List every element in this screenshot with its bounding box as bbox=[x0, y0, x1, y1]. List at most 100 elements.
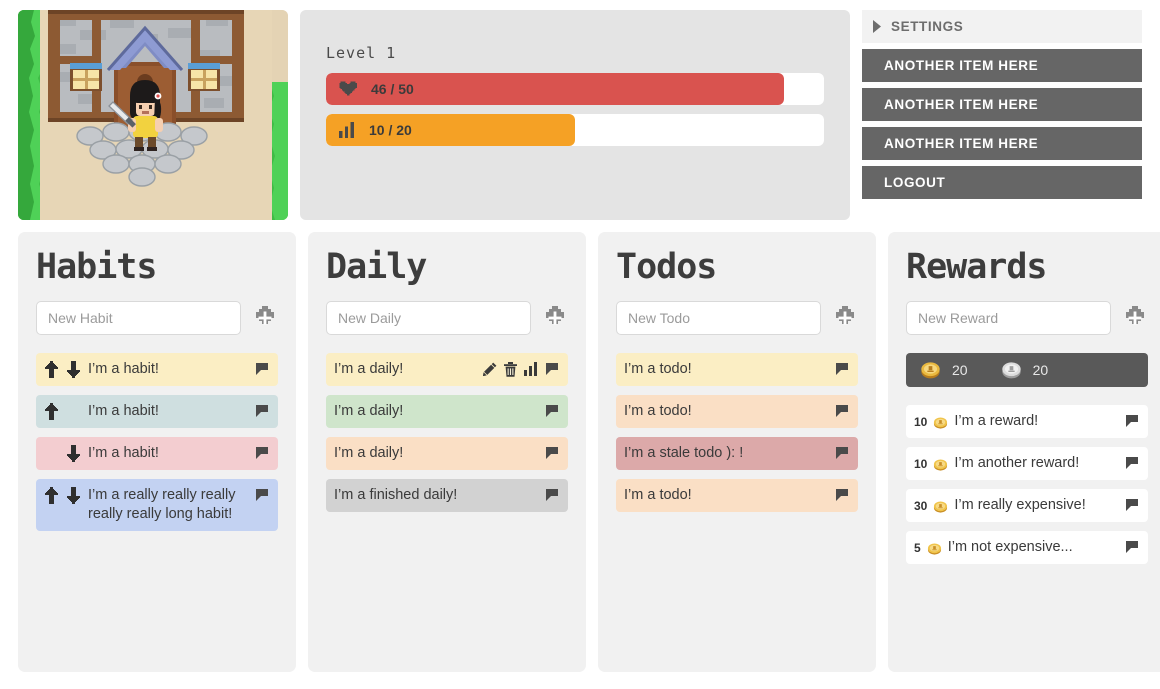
task-action-icons bbox=[835, 444, 849, 460]
column-habits: HabitsI’m a habit!I’m a habit!I’m a habi… bbox=[18, 232, 296, 672]
task-label: I’m a stale todo ): ! bbox=[624, 444, 744, 461]
add-row-rewards bbox=[906, 300, 1148, 335]
add-habits-button[interactable] bbox=[252, 305, 278, 331]
task-action-icons bbox=[835, 486, 849, 502]
arrow-down-icon[interactable] bbox=[66, 444, 81, 462]
add-rewards-button[interactable] bbox=[1122, 305, 1148, 331]
new-todos-input[interactable] bbox=[616, 300, 821, 335]
arrow-down-icon[interactable] bbox=[66, 360, 81, 378]
silver-coin-icon bbox=[1001, 359, 1022, 380]
task-row[interactable]: I’m a really really really really really… bbox=[36, 478, 278, 531]
flag-icon[interactable] bbox=[835, 488, 849, 502]
task-row[interactable]: I’m a habit! bbox=[36, 394, 278, 428]
avatar-panel[interactable] bbox=[18, 10, 288, 220]
task-row[interactable]: I’m a stale todo ): ! bbox=[616, 436, 858, 470]
reward-cost: 5 bbox=[914, 540, 921, 555]
flag-icon[interactable] bbox=[1125, 456, 1139, 470]
task-row[interactable]: I’m a daily! bbox=[326, 436, 568, 470]
menu-item-logout[interactable]: LOGOUT bbox=[862, 166, 1142, 199]
flag-icon[interactable] bbox=[255, 488, 269, 502]
column-todos: Todos I’m a todo! I’m a todo! I’m a stale t… bbox=[598, 232, 876, 672]
task-list-daily: I’m a daily! I’m a daily! I’m a daily! I’m … bbox=[326, 352, 568, 512]
pencil-icon[interactable] bbox=[483, 362, 497, 376]
reward-cost: 30 bbox=[914, 498, 928, 513]
gold-coin-icon bbox=[920, 359, 941, 380]
avatar-scene-image bbox=[18, 10, 288, 220]
task-row[interactable]: 5 I’m not expensive... bbox=[906, 530, 1148, 564]
task-label: I’m another reward! bbox=[954, 454, 1080, 471]
task-label: I’m really expensive! bbox=[954, 496, 1086, 513]
column-title-todos: Todos bbox=[616, 247, 717, 287]
task-row[interactable]: I’m a daily! bbox=[326, 394, 568, 428]
habit-score-arrows bbox=[44, 444, 82, 462]
new-habits-input[interactable] bbox=[36, 300, 241, 335]
task-row[interactable]: I’m a todo! bbox=[616, 394, 858, 428]
flag-icon[interactable] bbox=[835, 446, 849, 460]
task-label: I’m not expensive... bbox=[947, 538, 1073, 555]
task-label: I’m a finished daily! bbox=[334, 486, 458, 503]
menu-item-1[interactable]: ANOTHER ITEM HERE bbox=[862, 88, 1142, 121]
task-list-todos: I’m a todo! I’m a todo! I’m a stale todo )… bbox=[616, 352, 858, 512]
settings-label: SETTINGS bbox=[891, 19, 964, 34]
flag-icon[interactable] bbox=[255, 446, 269, 460]
task-action-icons bbox=[545, 444, 559, 460]
stats-panel: Level 1 46 / 50 10 / 20 bbox=[300, 10, 850, 220]
task-label: I’m a daily! bbox=[334, 402, 404, 419]
task-label: I’m a really really really really really… bbox=[88, 486, 236, 522]
task-action-icons bbox=[1125, 496, 1139, 512]
flag-icon[interactable] bbox=[545, 362, 559, 376]
task-row[interactable]: 30 I’m really expensive! bbox=[906, 488, 1148, 522]
flag-icon[interactable] bbox=[255, 404, 269, 418]
menu-item-0[interactable]: ANOTHER ITEM HERE bbox=[862, 49, 1142, 82]
experience-bar[interactable]: 10 / 20 bbox=[326, 114, 824, 146]
health-bar[interactable]: 46 / 50 bbox=[326, 73, 824, 105]
task-action-icons bbox=[545, 486, 559, 502]
task-label: I’m a todo! bbox=[624, 360, 692, 377]
task-action-icons bbox=[1125, 412, 1139, 428]
task-row[interactable]: 10 I’m a reward! bbox=[906, 404, 1148, 438]
gold-coin-icon bbox=[933, 454, 948, 472]
task-row[interactable]: I’m a finished daily! bbox=[326, 478, 568, 512]
task-label: I’m a todo! bbox=[624, 402, 692, 419]
task-row[interactable]: 10 I’m another reward! bbox=[906, 446, 1148, 480]
habit-score-arrows bbox=[44, 486, 82, 504]
task-action-icons bbox=[835, 360, 849, 376]
add-row-daily bbox=[326, 300, 568, 335]
task-row[interactable]: I’m a habit! bbox=[36, 352, 278, 386]
task-row[interactable]: I’m a habit! bbox=[36, 436, 278, 470]
flag-icon[interactable] bbox=[1125, 414, 1139, 428]
arrow-up-icon[interactable] bbox=[44, 360, 59, 378]
arrow-up-icon[interactable] bbox=[44, 402, 59, 420]
column-rewards: Rewards202010I’m a reward!10I’m another … bbox=[888, 232, 1160, 672]
flag-icon[interactable] bbox=[835, 404, 849, 418]
task-row[interactable]: I’m a todo! bbox=[616, 352, 858, 386]
arrow-down-icon[interactable] bbox=[66, 486, 81, 504]
flag-icon[interactable] bbox=[545, 488, 559, 502]
arrow-up-icon[interactable] bbox=[44, 486, 59, 504]
new-daily-input[interactable] bbox=[326, 300, 531, 335]
column-title-daily: Daily bbox=[326, 247, 427, 287]
flag-icon[interactable] bbox=[1125, 498, 1139, 512]
add-todos-button[interactable] bbox=[832, 305, 858, 331]
trash-icon[interactable] bbox=[504, 361, 517, 377]
flag-icon[interactable] bbox=[545, 404, 559, 418]
task-list-habits: I’m a habit! I’m a habit! I’m a habit! I’m … bbox=[36, 352, 278, 531]
flag-icon[interactable] bbox=[545, 446, 559, 460]
new-rewards-input[interactable] bbox=[906, 300, 1111, 335]
task-label: I’m a daily! bbox=[334, 444, 404, 461]
task-label: I’m a daily! bbox=[334, 360, 404, 377]
settings-menu-header[interactable]: SETTINGS bbox=[862, 10, 1142, 43]
task-label: I’m a habit! bbox=[88, 360, 159, 377]
task-row[interactable]: I’m a todo! bbox=[616, 478, 858, 512]
gold-coin-icon bbox=[927, 538, 942, 556]
menu-item-2[interactable]: ANOTHER ITEM HERE bbox=[862, 127, 1142, 160]
task-label: I’m a reward! bbox=[954, 412, 1039, 429]
flag-icon[interactable] bbox=[1125, 540, 1139, 554]
add-row-todos bbox=[616, 300, 858, 335]
add-daily-button[interactable] bbox=[542, 305, 568, 331]
task-action-icons bbox=[255, 360, 269, 376]
flag-icon[interactable] bbox=[255, 362, 269, 376]
task-row[interactable]: I’m a daily! bbox=[326, 352, 568, 386]
bar-chart-icon[interactable] bbox=[524, 362, 538, 376]
flag-icon[interactable] bbox=[835, 362, 849, 376]
